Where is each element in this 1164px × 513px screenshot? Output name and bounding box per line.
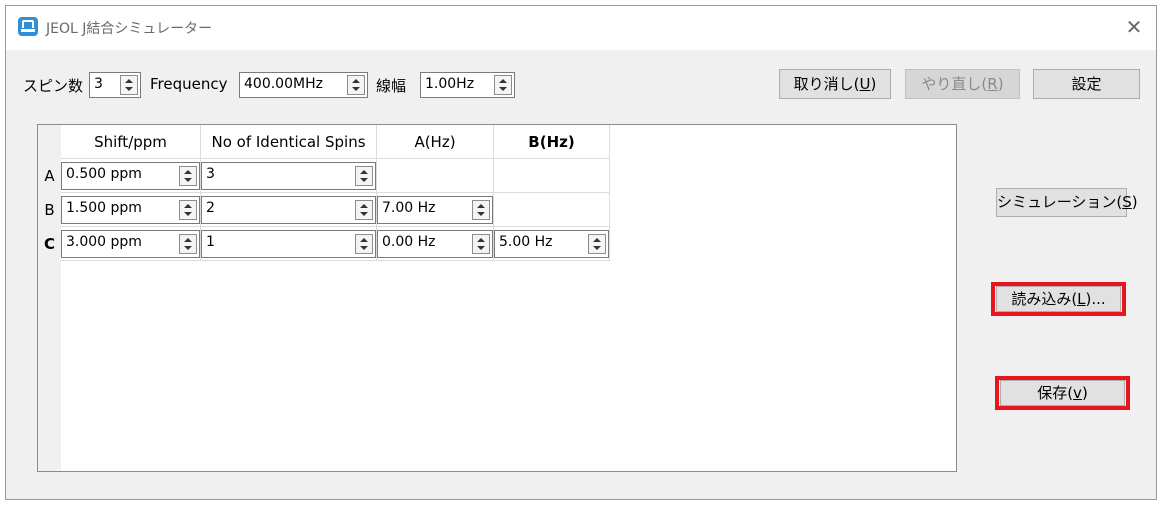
table-cell-shift-c[interactable]: 3.000 ppm	[61, 227, 201, 261]
title-bar: JEOL J結合シミュレーター ✕	[6, 6, 1156, 50]
coupling-spinner[interactable]: 0.00 Hz	[377, 230, 493, 258]
spin-count-spinner[interactable]: 3	[89, 72, 141, 98]
spin-arrows-icon[interactable]	[355, 166, 373, 186]
column-header-b-hz[interactable]: B(Hz)	[494, 125, 610, 159]
shift-spinner[interactable]: 1.500 ppm	[61, 196, 200, 224]
table-cell-a-hz-c[interactable]: 0.00 Hz	[377, 227, 494, 261]
table-cell-a-hz-b[interactable]: 7.00 Hz	[377, 193, 494, 227]
app-icon	[18, 17, 38, 36]
undo-button[interactable]: 取り消し(U)	[779, 69, 891, 99]
window-title: JEOL J結合シミュレーター	[46, 21, 213, 37]
spin-arrows-icon[interactable]	[355, 234, 373, 254]
column-header-shift[interactable]: Shift/ppm	[61, 125, 201, 159]
table-cell-a-hz-a	[377, 159, 494, 193]
spin-count-value: 3	[94, 76, 103, 92]
frequency-label: Frequency	[150, 75, 228, 93]
count-spinner[interactable]: 1	[201, 230, 376, 258]
table-cell-b-hz-c[interactable]: 5.00 Hz	[494, 227, 610, 261]
table-cell-count-b[interactable]: 2	[201, 193, 377, 227]
spin-arrows-icon[interactable]	[494, 75, 512, 95]
shift-spinner[interactable]: 3.000 ppm	[61, 230, 200, 258]
table-cell-b-hz-a	[494, 159, 610, 193]
row-label-c: C	[43, 235, 55, 253]
simulator-window: JEOL J結合シミュレーター ✕ スピン数 3 Frequency 400.0…	[5, 5, 1157, 500]
table-cell-shift-a[interactable]: 0.500 ppm	[61, 159, 201, 193]
linewidth-value: 1.00Hz	[425, 76, 475, 92]
spin-arrows-icon[interactable]	[179, 166, 197, 186]
spin-arrows-icon[interactable]	[588, 234, 606, 254]
table-cell-count-a[interactable]: 3	[201, 159, 377, 193]
simulate-button[interactable]: シミュレーション(S)	[996, 188, 1138, 217]
linewidth-spinner[interactable]: 1.00Hz	[420, 72, 515, 98]
shift-spinner[interactable]: 0.500 ppm	[61, 162, 200, 190]
spin-arrows-icon[interactable]	[179, 234, 197, 254]
table-cell-shift-b[interactable]: 1.500 ppm	[61, 193, 201, 227]
frequency-spinner[interactable]: 400.00MHz	[239, 72, 368, 98]
table-cell-count-c[interactable]: 1	[201, 227, 377, 261]
row-label-a: A	[44, 167, 55, 185]
frequency-value: 400.00MHz	[244, 76, 323, 92]
table-cell-b-hz-b	[494, 193, 610, 227]
count-spinner[interactable]: 2	[201, 196, 376, 224]
spin-arrows-icon[interactable]	[347, 75, 365, 95]
settings-button[interactable]: 設定	[1033, 69, 1140, 99]
count-spinner[interactable]: 3	[201, 162, 376, 190]
spin-arrows-icon[interactable]	[472, 200, 490, 220]
coupling-spinner[interactable]: 7.00 Hz	[377, 196, 493, 224]
column-header-identical-spins[interactable]: No of Identical Spins	[201, 125, 377, 159]
column-header-a-hz[interactable]: A(Hz)	[377, 125, 494, 159]
row-label-b: B	[44, 201, 55, 219]
spin-arrows-icon[interactable]	[472, 234, 490, 254]
spin-table: Shift/ppm No of Identical Spins A(Hz) B(…	[37, 124, 957, 472]
redo-button[interactable]: やり直し(R)	[905, 69, 1020, 99]
save-button[interactable]: 保存(v)	[1000, 380, 1125, 406]
load-button[interactable]: 読み込み(L)...	[996, 286, 1121, 312]
spin-arrows-icon[interactable]	[355, 200, 373, 220]
coupling-spinner[interactable]: 5.00 Hz	[494, 230, 609, 258]
close-icon[interactable]: ✕	[1118, 12, 1150, 42]
spin-count-label: スピン数	[23, 77, 84, 95]
linewidth-label: 線幅	[376, 77, 407, 95]
spin-arrows-icon[interactable]	[120, 75, 138, 95]
spin-arrows-icon[interactable]	[179, 200, 197, 220]
